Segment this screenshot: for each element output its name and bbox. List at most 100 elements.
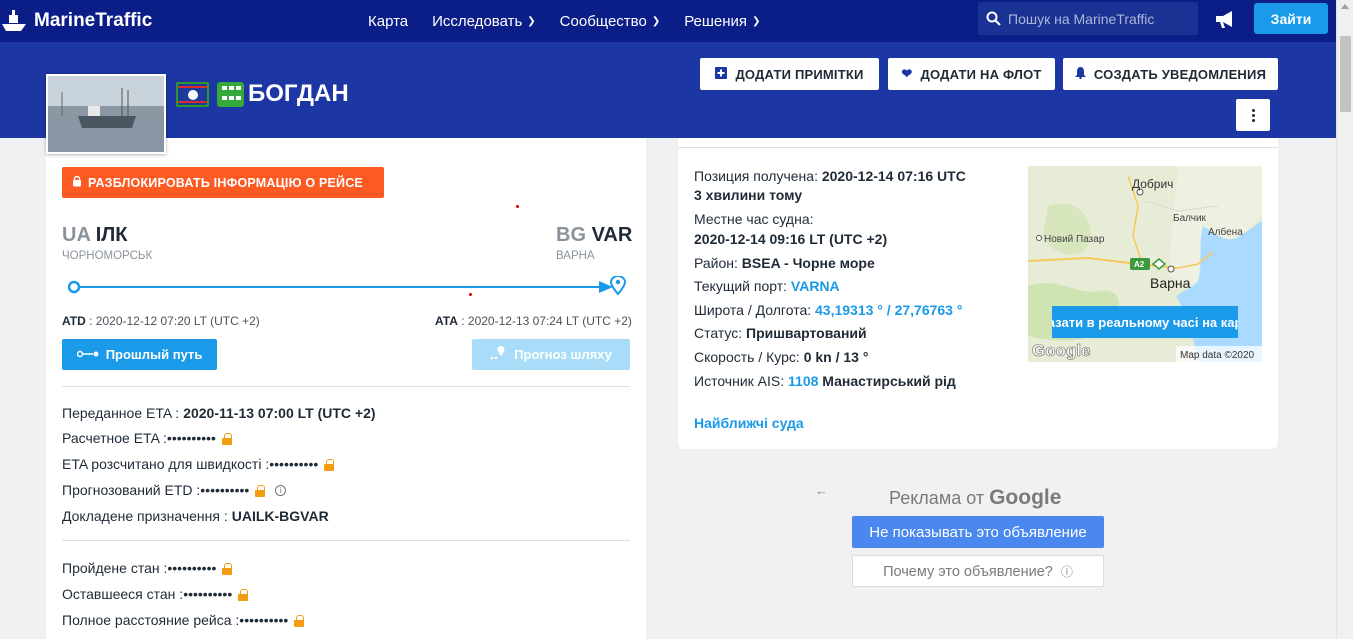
megaphone-icon[interactable] [1214,8,1238,30]
map-town-balchik: Балчик [1173,213,1207,224]
forecast-pin-icon [490,346,506,363]
predicted-etd: Прогнозований ETD : •••••••••• i [62,482,287,498]
unlock-voyage-label: РАЗБЛОКИРОВАТЬ ІНФОРМАЦІЮ О РЕЙСЕ [88,175,363,190]
reported-eta-label: Переданное ETA : [62,405,180,421]
vessel-photo[interactable] [46,74,166,154]
lock-icon[interactable] [221,432,232,445]
lock-icon[interactable] [294,614,305,627]
pred-etd-masked: •••••••••• [200,482,250,498]
page-scrollbar[interactable] [1336,0,1353,639]
status-label: Статус: [694,325,743,341]
distance-travelled-label: Пройдене стан : [62,560,168,576]
add-notes-button[interactable]: ДОДАТИ ПРИМІТКИ [700,58,879,90]
nav-map[interactable]: Карта [368,13,408,30]
calc-eta-label: Расчетное ETA : [62,430,167,446]
route-progress-bar [67,274,630,298]
current-port-link[interactable]: VARNA [791,278,840,294]
reported-eta: Переданное ETA : 2020-11-13 07:00 LT (UT… [62,405,376,421]
scrollbar-thumb[interactable] [1340,36,1351,112]
brand-name: MarineTraffic [34,10,153,31]
speed-label: Скорость / Курс: [694,349,800,365]
ais-id-link[interactable]: 1108 [788,373,818,389]
position-ago: 3 хвилини тому [694,187,802,203]
search-icon [986,11,1001,26]
login-button[interactable]: Зайти [1254,3,1328,34]
vessel-name: БОГДАН [248,80,349,107]
status-value: Пришвартований [746,325,867,341]
unlock-voyage-button[interactable]: РАЗБЛОКИРОВАТЬ ІНФОРМАЦІЮ О РЕЙСЕ [62,167,384,198]
cargo-vessel-type-icon [217,82,244,107]
nav-explore[interactable]: Исследовать ❯ [432,13,536,30]
reported-dest-label: Докладене призначення : [62,508,228,524]
track-icon [76,347,99,362]
show-realtime-map-button[interactable]: Показати в реальному часі на карті [1052,306,1238,338]
map-town-albena: Албена [1208,226,1243,238]
map-road-badge: A2 [1134,260,1145,269]
create-alerts-button[interactable]: СОЗДАТЬ УВЕДОМЛЕНИЯ [1063,58,1278,90]
position-ago-value: 3 хвилини тому [694,187,803,203]
lock-icon[interactable] [324,458,335,471]
total-distance-label: Полное расстояние рейса : [62,612,240,628]
departure-country: UA [62,224,91,246]
departure-code: ІЛК [95,224,128,246]
info-icon[interactable]: i [275,484,287,496]
scroll-up-arrow-icon[interactable] [1341,4,1349,9]
speed-course: Скорость / Курс: 0 kn / 13 ° [694,349,868,365]
speed-eta-label: ETA розсчитано для швидкості : [62,456,270,472]
lock-icon [72,175,82,190]
arrival-port-code[interactable]: BG VAR [556,224,632,247]
area: Район: BSEA - Чорне море [694,255,875,271]
hide-ad-button[interactable]: Не показывать это объявление [852,516,1104,548]
divider [62,540,630,541]
ais-label: Источник AIS: [694,373,785,389]
lock-icon[interactable] [238,588,249,601]
add-notes-label: ДОДАТИ ПРИМІТКИ [735,66,864,82]
atd-label: ATD [62,314,86,328]
main-menu: Карта Исследовать ❯ Сообщество ❯ Решения ❯ [368,0,784,42]
past-track-button[interactable]: Прошлый путь [62,339,217,370]
ais-source: Источник AIS: 1108 Манастирський рід [694,373,956,389]
add-to-fleet-button[interactable]: ❤ ДОДАТИ НА ФЛОТ [888,58,1055,90]
distance-travelled-masked: •••••••••• [167,560,217,576]
arrival-country: BG [556,224,586,246]
marinetraffic-logo[interactable]: MarineTraffic [0,8,152,34]
vessel-local-time-label: Местне час судна: [694,211,814,227]
nav-community[interactable]: Сообщество ❯ [560,13,661,30]
search-input[interactable] [1008,10,1188,27]
map-town-novi-pazar: Новий Пазар [1044,234,1105,245]
position-received-label: Позиция получена: [694,168,818,184]
departure-port-name: ЧОРНОМОРСЬК [62,250,153,262]
back-arrow-icon[interactable]: ← [815,483,828,498]
speed-value: 0 kn / 13 ° [803,349,869,365]
ais-name: Манастирський рід [822,373,956,389]
lock-icon[interactable] [222,562,233,575]
nearest-vessels-link[interactable]: Найближчі суда [694,415,804,431]
heart-icon: ❤ [901,66,913,81]
route-forecast-label: Прогноз шляху [514,347,612,362]
reported-dest-value: UAILK-BGVAR [231,508,329,524]
departure-port-code[interactable]: UA ІЛК [62,224,128,247]
add-fleet-label: ДОДАТИ НА ФЛОТ [920,66,1042,82]
nav-explore-label: Исследовать [432,12,523,30]
arrival-code: VAR [591,224,633,246]
atd-time: ATD : 2020-12-12 07:20 LT (UTC +2) [62,314,260,328]
speed-eta-masked: •••••••••• [269,456,319,472]
ad-title: Реклама от Google [889,486,1061,510]
total-distance-masked: •••••••••• [239,612,289,628]
distance-remaining-label: Оставшееся стан : [62,586,184,602]
why-this-ad-button[interactable]: Почему это объявление? ⓘ [852,555,1104,587]
marker-dot [516,205,519,208]
lat-lon: Широта / Долгота: 43,19313 ° / 27,76763 … [694,302,962,318]
ad-google-brand: Google [989,486,1062,509]
lock-icon[interactable] [255,484,266,497]
show-realtime-map-label: Показати в реальному часі на карті [1052,314,1238,330]
add-note-icon [715,66,728,82]
nav-map-label: Карта [368,12,409,30]
arrival-port-name: ВАРНА [556,250,595,262]
nav-solutions[interactable]: Решения ❯ [684,13,760,30]
area-label: Район: [694,255,738,271]
latlon-link[interactable]: 43,19313 ° / 27,76763 ° [815,302,962,318]
more-options-button[interactable] [1236,99,1270,131]
distance-travelled: Пройдене стан : •••••••••• [62,560,233,576]
route-forecast-button[interactable]: Прогноз шляху [472,339,630,370]
